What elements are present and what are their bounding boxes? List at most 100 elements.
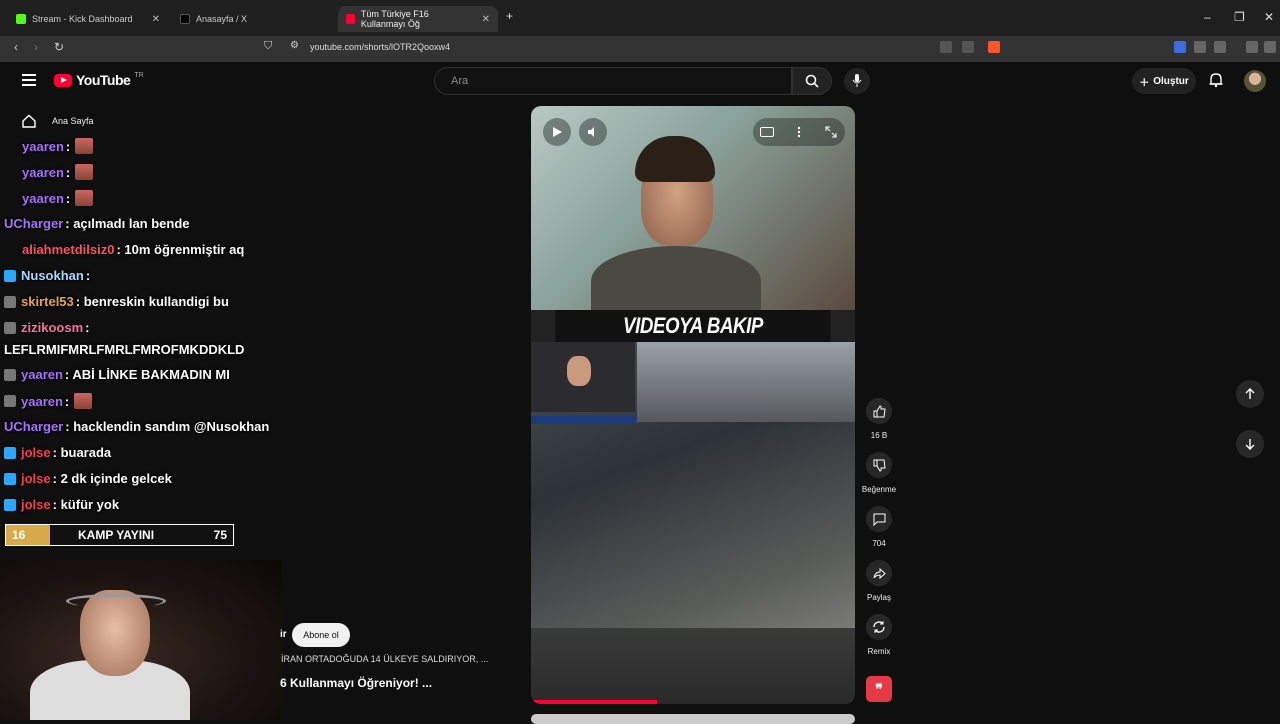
tab-kick-dashboard[interactable]: Stream - Kick Dashboard ✕ [8, 6, 168, 32]
close-icon[interactable]: ✕ [152, 14, 160, 25]
arrow-down-icon [1245, 439, 1255, 450]
youtube-icon [346, 14, 355, 24]
chat-message: jolse : 2 dk içinde gelcek [4, 471, 172, 486]
extension-icon[interactable] [1174, 41, 1186, 53]
site-info-icon[interactable]: ⚙ [290, 40, 299, 51]
guide-menu-button[interactable] [22, 74, 36, 86]
logo-region: TR [134, 72, 144, 79]
brave-shield-icon[interactable] [988, 41, 1000, 53]
sidebar-item-home[interactable]: Ana Sayfa [22, 114, 94, 128]
shorts-video-player[interactable]: VIDEOYA BAKIP [531, 106, 855, 704]
chat-text: : [85, 320, 90, 335]
menu-icon[interactable] [1264, 41, 1276, 53]
notifications-button[interactable] [1208, 72, 1224, 93]
search-icon [805, 74, 819, 88]
video-facecam-bar [531, 416, 635, 424]
share-page-icon[interactable] [962, 41, 974, 53]
expand-icon [825, 126, 837, 138]
comments-button[interactable]: 704 [866, 506, 892, 548]
captions-button[interactable] [753, 118, 781, 146]
sound-thumbnail-icon[interactable]: ❞ [866, 676, 892, 702]
sidebar-toggle-icon[interactable] [1214, 41, 1226, 53]
shorts-title[interactable]: 6 Kullanmayı Öğreniyor! ... [280, 676, 432, 690]
streamer-webcam [0, 560, 282, 720]
share-button[interactable]: Paylaş [866, 560, 892, 602]
chat-text: LEFLRMIFMRLFMRLFMROFMKDDKLD [4, 342, 245, 357]
chat-message: yaaren : ABİ LİNKE BAKMADIN MI [4, 367, 230, 382]
video-progress-bar[interactable] [531, 700, 658, 704]
fullscreen-button[interactable] [817, 118, 845, 146]
next-short-button[interactable] [1236, 430, 1264, 458]
maximize-button[interactable]: ❐ [1234, 10, 1245, 24]
forward-button[interactable]: › [34, 40, 38, 54]
subscriber-badge-icon [4, 498, 16, 511]
poll-bar: 16 KAMP YAYINI 75 [5, 524, 234, 546]
chat-text: : [65, 164, 71, 180]
media-icon[interactable] [1246, 41, 1258, 53]
address-bar-row [0, 36, 1280, 62]
close-icon[interactable]: ✕ [482, 14, 490, 25]
video-person [591, 136, 761, 316]
new-tab-button[interactable]: + [506, 9, 513, 23]
subscriber-badge-icon [4, 472, 16, 485]
chat-message: LEFLRMIFMRLFMRLFMROFMKDDKLD [4, 342, 244, 357]
badge-icon [4, 295, 16, 308]
shorts-subtitle[interactable]: İRAN ORTADOĞUDA 14 ÜLKEYE SALDIRIYOR, ..… [281, 654, 488, 664]
channel-name[interactable]: ir [280, 629, 287, 640]
create-button[interactable]: ＋ Oluştur [1132, 68, 1196, 94]
search-input[interactable]: Ara [434, 67, 792, 95]
more-button[interactable] [785, 118, 813, 146]
chat-text: : 10m öğrenmiştir aq [116, 242, 245, 257]
chat-username: jolse [21, 497, 51, 512]
comment-count: 704 [872, 539, 886, 548]
chat-text: : açılmadı lan bende [65, 216, 190, 231]
subscribe-button[interactable]: Abone ol [292, 623, 350, 647]
badge-icon [4, 395, 16, 407]
headphones-icon [66, 594, 166, 608]
chat-message: yaaren : [22, 138, 94, 154]
chat-message: skirtel53 : benreskin kullandigi bu [4, 294, 229, 309]
play-button[interactable] [543, 118, 571, 146]
chat-username: UCharger [4, 216, 64, 231]
remix-button[interactable]: Remix [866, 614, 892, 656]
chat-username: jolse [21, 445, 51, 460]
chat-text: : [64, 393, 70, 409]
chat-text: : benreskin kullandigi bu [75, 294, 229, 309]
back-button[interactable]: ‹ [14, 40, 18, 54]
window-close-button[interactable]: ✕ [1264, 10, 1274, 24]
chat-message: UCharger : açılmadı lan bende [4, 216, 190, 231]
chat-username: skirtel53 [21, 294, 74, 309]
tab-label: Anasayfa / X [196, 14, 248, 24]
video-person-hair [635, 136, 715, 182]
chat-message: yaaren : [4, 393, 93, 409]
bookmark-icon[interactable]: ⛉ [264, 40, 272, 53]
chat-username: Nusokhan [21, 268, 84, 283]
tab-label: Stream - Kick Dashboard [32, 14, 133, 24]
previous-short-button[interactable] [1236, 380, 1264, 408]
search-button[interactable] [792, 67, 832, 95]
cast-icon[interactable] [940, 41, 952, 53]
emote-icon [75, 138, 94, 154]
poll-right-value: 75 [213, 528, 227, 542]
tab-x[interactable]: Anasayfa / X [172, 6, 336, 32]
like-button[interactable]: 16 B [866, 398, 892, 440]
voice-search-button[interactable] [844, 68, 870, 94]
reload-button[interactable]: ↻ [54, 40, 64, 54]
chat-text: : [85, 268, 91, 283]
logo-word: YouTube [76, 72, 131, 88]
create-label: Oluştur [1153, 75, 1189, 87]
tab-youtube-active[interactable]: Tüm Türkiye F16 Kullanmayı Öğ ✕ [338, 6, 498, 32]
puzzle-icon[interactable] [1194, 41, 1206, 53]
next-short-preview[interactable] [531, 714, 855, 724]
youtube-logo[interactable]: YouTube TR [54, 72, 144, 88]
captions-icon [760, 127, 774, 137]
url-field[interactable]: youtube.com/shorts/lOTR2Qooxw4 [310, 42, 450, 52]
volume-button[interactable] [579, 118, 607, 146]
x-icon [180, 14, 190, 24]
video-gameplay-frame [531, 342, 855, 628]
chat-username: jolse [21, 471, 51, 486]
avatar[interactable] [1244, 70, 1266, 92]
dislike-button[interactable]: Beğenme [862, 452, 896, 494]
minimize-button[interactable]: – [1204, 10, 1211, 24]
like-icon [873, 404, 886, 417]
